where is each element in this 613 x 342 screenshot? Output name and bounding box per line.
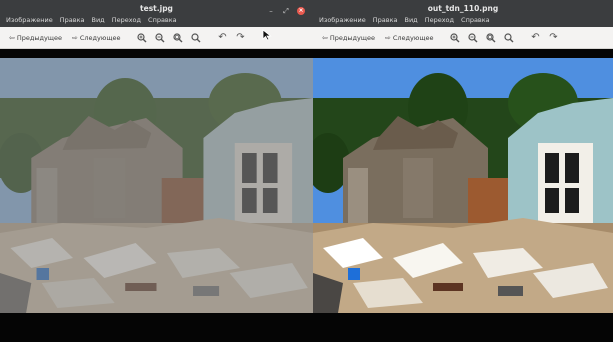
- menu-edit[interactable]: Правка: [373, 16, 398, 24]
- zoom-in-icon[interactable]: [135, 31, 149, 45]
- next-button[interactable]: ⇨ Следующее: [382, 32, 437, 44]
- window-controls: – ⤢ ×: [267, 7, 305, 15]
- zoom-normal-icon[interactable]: [189, 31, 203, 45]
- forward-arrow-icon: ⇨: [384, 33, 391, 42]
- menu-edit[interactable]: Правка: [60, 16, 85, 24]
- zoom-in-icon[interactable]: [448, 31, 462, 45]
- toolbar: ⇦ Предыдущее ⇨ Следующее ↶ ↷: [313, 27, 613, 49]
- previous-button[interactable]: ⇦ Предыдущее: [6, 32, 65, 44]
- menu-help[interactable]: Справка: [148, 16, 177, 24]
- displayed-image-dehazed: [313, 58, 613, 313]
- image-viewer-window-left: test.jpg Изображение Правка Вид Переход …: [0, 0, 313, 342]
- minimize-icon[interactable]: –: [267, 7, 275, 15]
- displayed-image-hazy: [0, 58, 313, 313]
- zoom-out-icon[interactable]: [466, 31, 480, 45]
- back-arrow-icon: ⇦: [322, 33, 328, 42]
- menubar: Изображение Правка Вид Переход Справка: [319, 16, 490, 24]
- close-icon[interactable]: ×: [297, 7, 305, 15]
- titlebar[interactable]: test.jpg Изображение Правка Вид Переход …: [0, 0, 313, 27]
- menu-help[interactable]: Справка: [461, 16, 490, 24]
- next-label: Следующее: [79, 33, 121, 42]
- rotate-left-icon[interactable]: ↶: [528, 31, 542, 45]
- back-arrow-icon: ⇦: [9, 33, 15, 42]
- menubar: Изображение Правка Вид Переход Справка: [6, 16, 177, 24]
- rotate-right-icon[interactable]: ↷: [546, 31, 560, 45]
- image-viewport: [313, 49, 613, 342]
- window-title: out_tdn_110.png: [427, 4, 499, 13]
- rotate-left-icon[interactable]: ↶: [215, 31, 229, 45]
- mouse-cursor-icon: [262, 29, 272, 41]
- menu-view[interactable]: Вид: [92, 16, 105, 24]
- menu-go[interactable]: Переход: [112, 16, 141, 24]
- haze-overlay: [0, 58, 313, 313]
- zoom-fit-icon[interactable]: [171, 31, 185, 45]
- menu-image[interactable]: Изображение: [319, 16, 366, 24]
- next-label: Следующее: [392, 33, 434, 42]
- zoom-normal-icon[interactable]: [502, 31, 516, 45]
- menu-go[interactable]: Переход: [425, 16, 454, 24]
- zoom-out-icon[interactable]: [153, 31, 167, 45]
- titlebar[interactable]: out_tdn_110.png Изображение Правка Вид П…: [313, 0, 613, 27]
- zoom-fit-icon[interactable]: [484, 31, 498, 45]
- forward-arrow-icon: ⇨: [71, 33, 78, 42]
- image-viewer-window-right: out_tdn_110.png Изображение Правка Вид П…: [313, 0, 613, 342]
- next-button[interactable]: ⇨ Следующее: [69, 32, 124, 44]
- image-viewport: [0, 49, 313, 342]
- previous-button[interactable]: ⇦ Предыдущее: [319, 32, 378, 44]
- previous-label: Предыдущее: [329, 33, 375, 42]
- menu-image[interactable]: Изображение: [6, 16, 53, 24]
- rotate-right-icon[interactable]: ↷: [233, 31, 247, 45]
- maximize-icon[interactable]: ⤢: [282, 7, 290, 15]
- menu-view[interactable]: Вид: [405, 16, 418, 24]
- previous-label: Предыдущее: [16, 33, 62, 42]
